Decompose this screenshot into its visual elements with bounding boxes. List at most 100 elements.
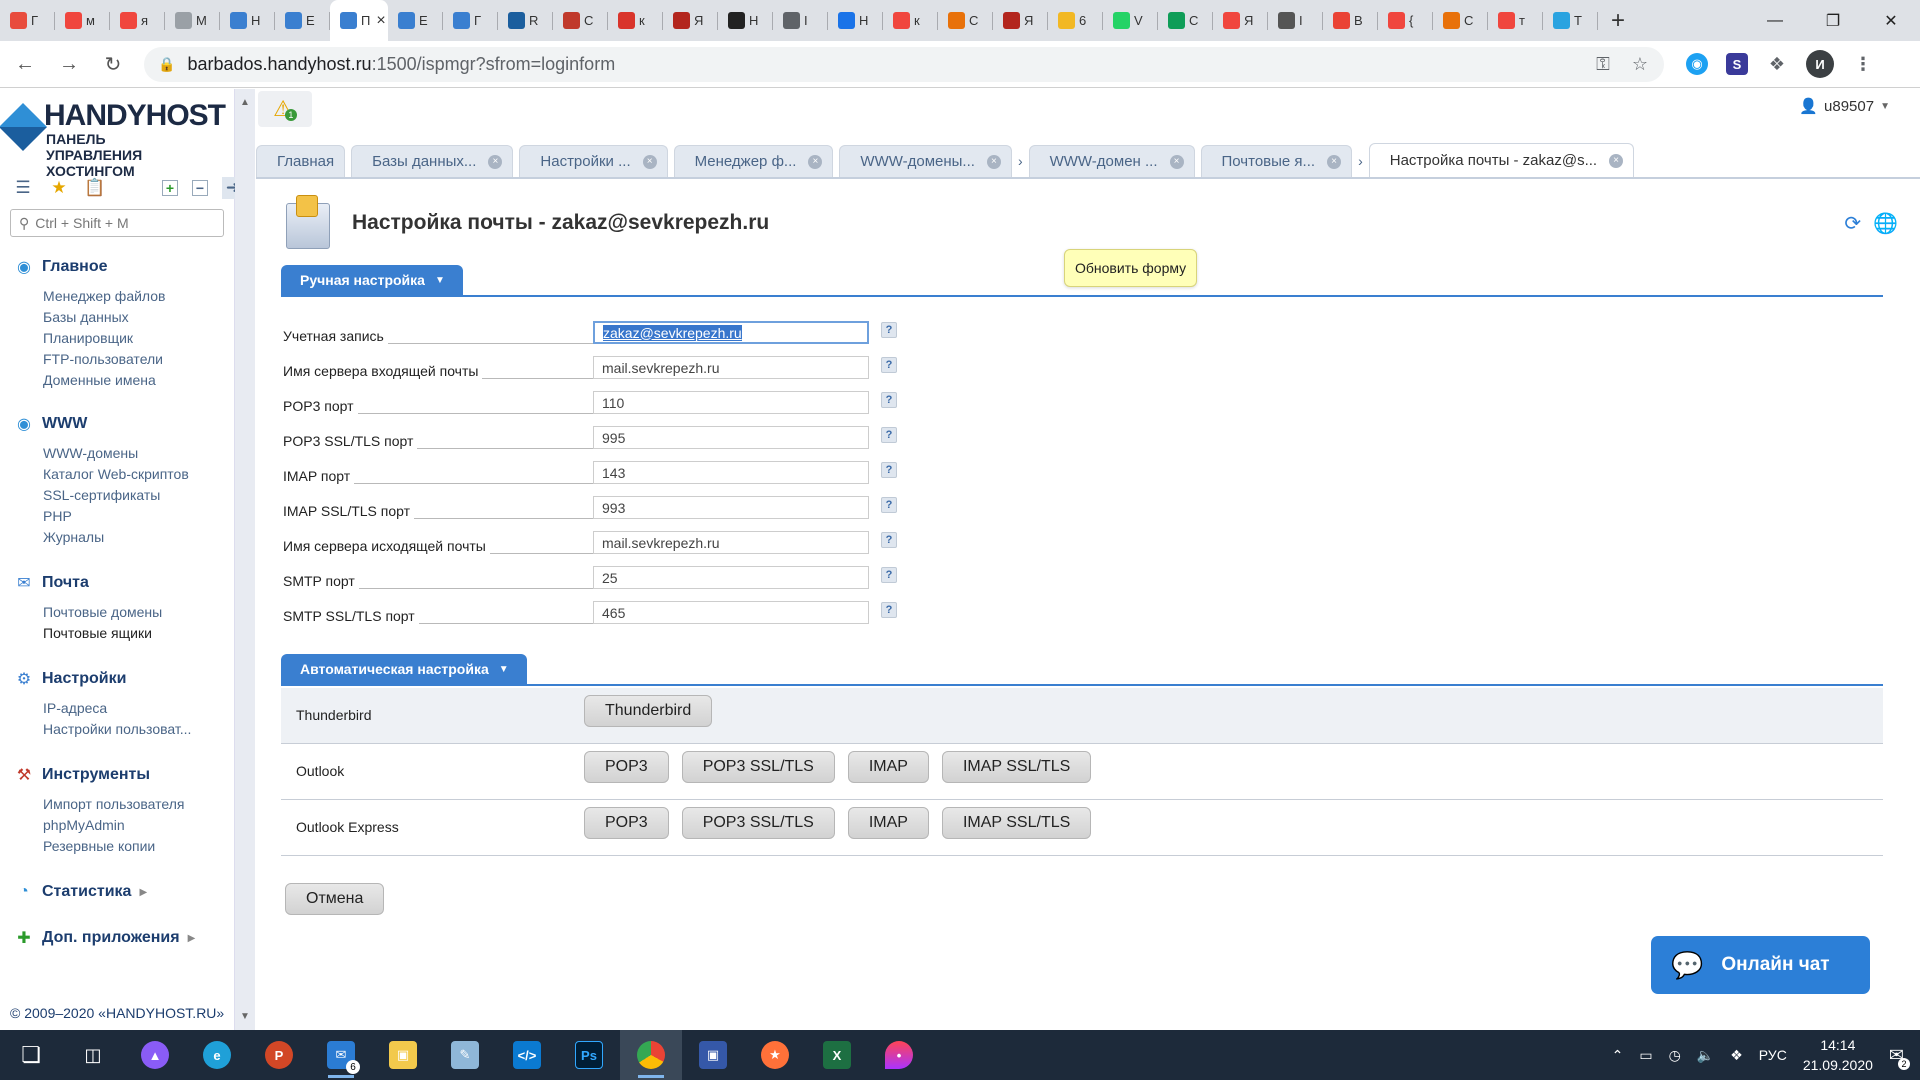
extension-s-icon[interactable]: S: [1726, 53, 1748, 75]
browser-tab[interactable]: м: [55, 0, 110, 41]
download-config-button[interactable]: IMAP: [847, 807, 929, 839]
browser-tab[interactable]: П ×: [330, 0, 388, 41]
sidebar-group-header[interactable]: ◉ WWW: [14, 412, 189, 436]
help-globe-icon[interactable]: 🌐: [1873, 211, 1898, 236]
close-window-icon[interactable]: ✕: [1862, 0, 1920, 41]
browser-tab[interactable]: я: [110, 0, 165, 41]
browser-tab[interactable]: С: [553, 0, 608, 41]
sidebar-item[interactable]: Резервные копии: [14, 836, 185, 857]
help-icon[interactable]: ?: [881, 392, 897, 408]
help-icon[interactable]: ?: [881, 462, 897, 478]
refresh-icon[interactable]: ⟳: [1844, 211, 1861, 236]
battery-icon[interactable]: ▭: [1639, 1047, 1652, 1064]
download-config-button[interactable]: IMAP SSL/TLS: [941, 807, 1092, 839]
clock[interactable]: 14:14 21.09.2020: [1803, 1035, 1873, 1075]
browser-menu-icon[interactable]: ⋮: [1852, 53, 1874, 75]
sidebar-group-header[interactable]: ⚒ Инструменты: [14, 763, 185, 787]
sidebar-item[interactable]: PHP: [14, 506, 189, 527]
sidebar-item[interactable]: phpMyAdmin: [14, 815, 185, 836]
extensions-puzzle-icon[interactable]: ❖: [1766, 53, 1788, 75]
app-tab[interactable]: Менеджер ф... ×: [673, 145, 834, 177]
sidebar-group-header[interactable]: ◔ Статистика ▶: [14, 880, 147, 904]
taskbar-notepad[interactable]: ✎: [434, 1030, 496, 1080]
close-tab-icon[interactable]: ×: [1169, 154, 1184, 169]
download-config-button[interactable]: Thunderbird: [584, 695, 713, 727]
field-input[interactable]: zakaz@sevkrepezh.ru: [593, 321, 869, 344]
field-input[interactable]: mail.sevkrepezh.ru: [593, 356, 869, 379]
help-icon[interactable]: ?: [881, 567, 897, 583]
clipboard-icon[interactable]: 📋: [84, 177, 106, 199]
language-indicator[interactable]: РУС: [1759, 1047, 1787, 1063]
sidebar-item[interactable]: FTP-пользователи: [14, 349, 166, 370]
extension-eye-icon[interactable]: ◉: [1686, 53, 1708, 75]
sidebar-item[interactable]: Базы данных: [14, 307, 166, 328]
sidebar-item[interactable]: Журналы: [14, 527, 189, 548]
browser-tab[interactable]: к: [883, 0, 938, 41]
browser-tab[interactable]: С: [1158, 0, 1213, 41]
forward-icon[interactable]: →: [50, 45, 88, 83]
browser-tab[interactable]: В: [1323, 0, 1378, 41]
sidebar-item[interactable]: Доменные имена: [14, 370, 166, 391]
sidebar-item[interactable]: SSL-сертификаты: [14, 485, 189, 506]
profile-avatar[interactable]: И: [1806, 50, 1834, 78]
browser-tab[interactable]: I: [1268, 0, 1323, 41]
browser-tab[interactable]: R: [498, 0, 553, 41]
taskbar-save[interactable]: ▣: [682, 1030, 744, 1080]
favorites-star-icon[interactable]: ★: [48, 177, 70, 199]
browser-tab[interactable]: Н: [718, 0, 773, 41]
new-tab-button[interactable]: +: [1598, 0, 1638, 41]
browser-tab[interactable]: Г: [443, 0, 498, 41]
close-tab-icon[interactable]: ×: [376, 12, 385, 30]
taskbar-powerpoint[interactable]: P: [248, 1030, 310, 1080]
field-input[interactable]: 143: [593, 461, 869, 484]
download-config-button[interactable]: POP3 SSL/TLS: [681, 751, 835, 783]
sidebar-group-header[interactable]: ◉ Главное: [14, 255, 166, 279]
minimize-icon[interactable]: —: [1746, 0, 1804, 41]
download-config-button[interactable]: POP3 SSL/TLS: [681, 807, 835, 839]
field-input[interactable]: mail.sevkrepezh.ru: [593, 531, 869, 554]
wifi-icon[interactable]: ◷: [1669, 1047, 1681, 1064]
sidebar-item[interactable]: Почтовые ящики: [14, 623, 162, 644]
close-tab-icon[interactable]: ×: [488, 154, 503, 169]
sidebar-item[interactable]: Планировщик: [14, 328, 166, 349]
expand-all-icon[interactable]: +: [162, 180, 178, 196]
browser-tab[interactable]: Н: [828, 0, 883, 41]
help-icon[interactable]: ?: [881, 532, 897, 548]
browser-tab[interactable]: Т: [1543, 0, 1598, 41]
notifications-icon[interactable]: ✉ 2: [1889, 1045, 1910, 1070]
download-config-button[interactable]: IMAP SSL/TLS: [941, 751, 1092, 783]
field-input[interactable]: 110: [593, 391, 869, 414]
close-tab-icon[interactable]: ×: [642, 154, 657, 169]
field-input[interactable]: 993: [593, 496, 869, 519]
taskbar-mail[interactable]: ✉ 6: [310, 1030, 372, 1080]
taskbar-excel[interactable]: X: [806, 1030, 868, 1080]
sidebar-item[interactable]: WWW-домены: [14, 443, 189, 464]
download-config-button[interactable]: POP3: [584, 807, 669, 839]
lock-icon[interactable]: 🔒: [158, 56, 175, 73]
alerts-button[interactable]: ⚠ 1: [258, 91, 312, 127]
sidebar-scrollbar[interactable]: ▲ ▼: [235, 89, 255, 1030]
browser-tab[interactable]: Я: [1213, 0, 1268, 41]
menu-list-icon[interactable]: ☰: [12, 177, 34, 199]
close-tab-icon[interactable]: ×: [1609, 153, 1624, 168]
back-icon[interactable]: ←: [6, 45, 44, 83]
help-icon[interactable]: ?: [881, 357, 897, 373]
menu-search-input[interactable]: ⚲ Ctrl + Shift + M: [10, 209, 224, 237]
sidebar-group-header[interactable]: ⚙ Настройки: [14, 667, 191, 691]
browser-tab[interactable]: С: [1433, 0, 1488, 41]
taskbar-photoshop[interactable]: Ps: [558, 1030, 620, 1080]
field-input[interactable]: 25: [593, 566, 869, 589]
help-icon[interactable]: ?: [881, 497, 897, 513]
reload-icon[interactable]: ↻: [94, 45, 132, 83]
online-chat-button[interactable]: 💬 Онлайн чат: [1651, 936, 1870, 994]
app-tab[interactable]: Настройки ... ×: [519, 145, 668, 177]
help-icon[interactable]: ?: [881, 427, 897, 443]
field-input[interactable]: 465: [593, 601, 869, 624]
download-config-button[interactable]: IMAP: [847, 751, 929, 783]
help-icon[interactable]: ?: [881, 602, 897, 618]
app-tab[interactable]: Базы данных... ×: [351, 145, 514, 177]
address-bar[interactable]: 🔒 barbados.handyhost.ru:1500/ispmgr?sfro…: [144, 46, 1664, 82]
cancel-button[interactable]: Отмена: [285, 883, 385, 915]
app-tab[interactable]: Почтовые я... ×: [1200, 145, 1353, 177]
close-tab-icon[interactable]: ×: [1327, 154, 1342, 169]
